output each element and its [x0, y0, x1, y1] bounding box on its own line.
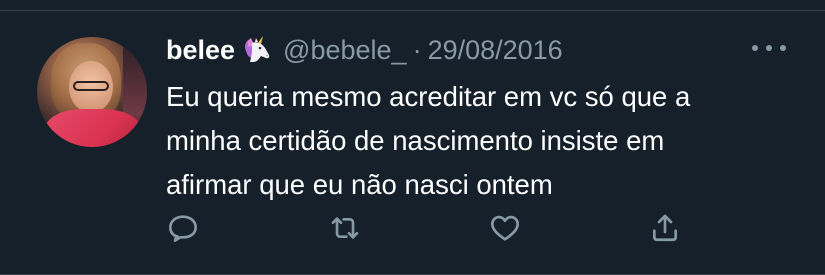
user-handle[interactable]: @bebele_ [283, 35, 407, 66]
display-name[interactable]: belee [166, 35, 235, 66]
tweet-header: belee @bebele_ · 29/08/2016 [166, 33, 563, 67]
tweet-date[interactable]: 29/08/2016 [428, 35, 563, 66]
reply-icon [169, 215, 197, 242]
more-dot [766, 45, 772, 51]
unicorn-icon [241, 35, 273, 65]
separator-dot: · [412, 34, 422, 65]
avatar-shirt [45, 109, 141, 147]
share-icon [653, 214, 677, 242]
tweet-text: Eu queria mesmo acreditar em vc só que a… [166, 81, 691, 200]
retweet-button[interactable] [325, 208, 365, 248]
tweet-actions [163, 208, 683, 248]
like-button[interactable] [485, 208, 525, 248]
more-dot [752, 45, 758, 51]
share-button[interactable] [645, 208, 685, 248]
tweet-card[interactable]: belee @bebele_ · 29/08/2016 Eu queria me… [0, 0, 825, 275]
avatar[interactable] [37, 37, 147, 147]
heart-icon [491, 215, 519, 241]
reply-button[interactable] [163, 208, 203, 248]
more-options-icon[interactable] [752, 38, 786, 58]
retweet-icon [331, 217, 359, 239]
avatar-glasses [73, 81, 109, 91]
top-divider [0, 10, 825, 11]
more-dot [780, 45, 786, 51]
